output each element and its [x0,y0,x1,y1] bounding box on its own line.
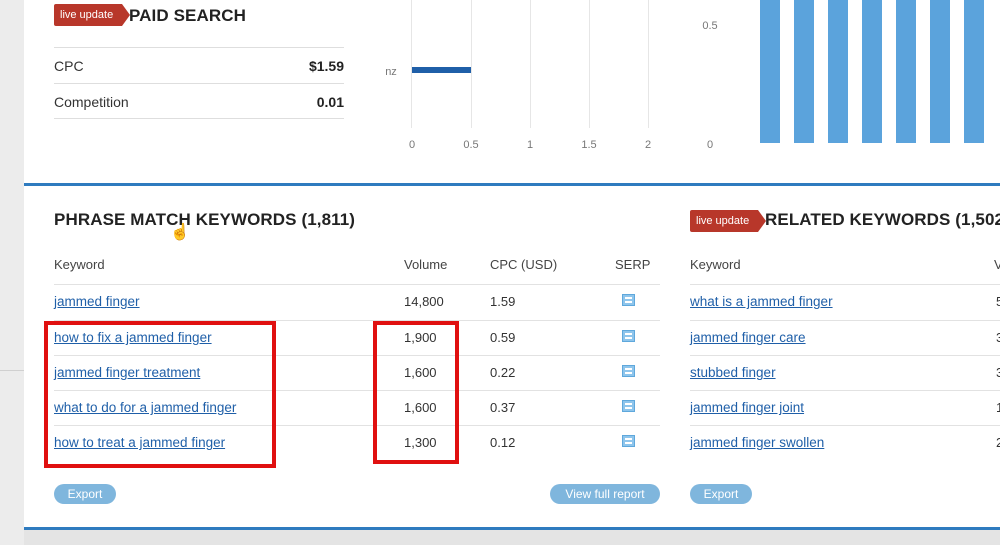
hand-cursor-icon: ☝ [170,224,190,241]
list-item: jammed finger swollen 2 [690,425,1000,460]
grid-line [530,0,531,128]
competition-value: 0.01 [316,94,344,110]
related-col-volume: V [994,257,1000,272]
grid-line [648,0,649,128]
related-volume-cell: 3 [996,330,1000,345]
related-live-badge: live update [690,210,767,232]
cpc-cell: 0.59 [490,330,516,345]
cpc-cell: 1.59 [490,294,516,309]
trend-bar [896,0,916,143]
paid-search-title: PAID SEARCH [129,6,246,25]
sidebar-divider [0,370,24,371]
keyword-highlight-box [44,321,276,468]
y-tick: 0.5 [702,20,718,32]
grid-line [471,0,472,128]
volume-highlight-box [373,321,459,464]
competition-row: Competition 0.01 [54,83,344,119]
related-keyword-link[interactable]: jammed finger swollen [690,435,824,450]
related-volume-cell: 1 [996,400,1000,415]
trend-bar [862,0,882,143]
view-full-report-button[interactable]: View full report [550,484,660,504]
x-tick: 2 [644,139,652,151]
section-divider [24,183,1000,186]
country-label: nz [385,66,397,78]
cpc-row: CPC $1.59 [54,47,344,83]
keyword-link[interactable]: jammed finger [54,294,140,309]
col-volume: Volume [404,257,448,272]
cpc-cell: 0.22 [490,365,516,380]
x-tick: 1 [526,139,534,151]
serp-icon[interactable] [622,435,635,447]
related-volume-cell: 5 [996,294,1000,309]
list-item: jammed finger joint 1 [690,390,1000,425]
trend-bar [964,0,984,143]
related-keyword-link[interactable]: stubbed finger [690,365,776,380]
serp-icon[interactable] [622,294,635,306]
paid-search-live-badge: live update [54,4,131,26]
x-tick: 0.5 [463,139,479,151]
related-col-keyword: Keyword [690,257,741,272]
competition-label: Competition [54,94,129,110]
related-volume-cell: 2 [996,435,1000,450]
related-export-button[interactable]: Export [690,484,752,504]
col-cpc: CPC (USD) [490,257,558,272]
left-sidebar [0,0,24,545]
x-tick: 1.5 [581,139,597,151]
related-title: RELATED KEYWORDS (1,502) [765,210,1000,229]
trend-bar [794,0,814,143]
trend-bars [760,0,1000,143]
col-serp: SERP [615,257,651,272]
related-keyword-link[interactable]: jammed finger joint [690,400,804,415]
volume-cell: 14,800 [404,294,444,309]
table-row: jammed finger 14,800 1.59 [54,284,660,319]
country-bar [412,67,471,73]
export-button[interactable]: Export [54,484,116,504]
grid-line [411,0,412,128]
trend-bar [828,0,848,143]
bottom-divider [24,527,1000,530]
col-keyword: Keyword [54,257,105,272]
y-tick: 0 [706,139,714,151]
cpc-label: CPC [54,58,84,74]
serp-icon[interactable] [622,365,635,377]
x-tick: 0 [408,139,416,151]
serp-icon[interactable] [622,330,635,342]
list-item: what is a jammed finger 5 [690,284,1000,319]
serp-icon[interactable] [622,400,635,412]
grid-line [589,0,590,128]
trend-bar [930,0,950,143]
trend-bar [760,0,780,143]
phrase-match-title: PHRASE MATCH KEYWORDS (1,811) [54,210,356,229]
cpc-cell: 0.12 [490,435,516,450]
cpc-cell: 0.37 [490,400,516,415]
paid-search-bottom-rule [54,118,344,119]
related-volume-cell: 3 [996,365,1000,380]
list-item: stubbed finger 3 [690,355,1000,390]
list-item: jammed finger care 3 [690,320,1000,355]
main-panel: live update PAID SEARCH CPC $1.59 Compet… [24,0,1000,530]
related-keyword-link[interactable]: what is a jammed finger [690,294,833,309]
cpc-value: $1.59 [308,58,344,74]
related-keyword-link[interactable]: jammed finger care [690,330,806,345]
